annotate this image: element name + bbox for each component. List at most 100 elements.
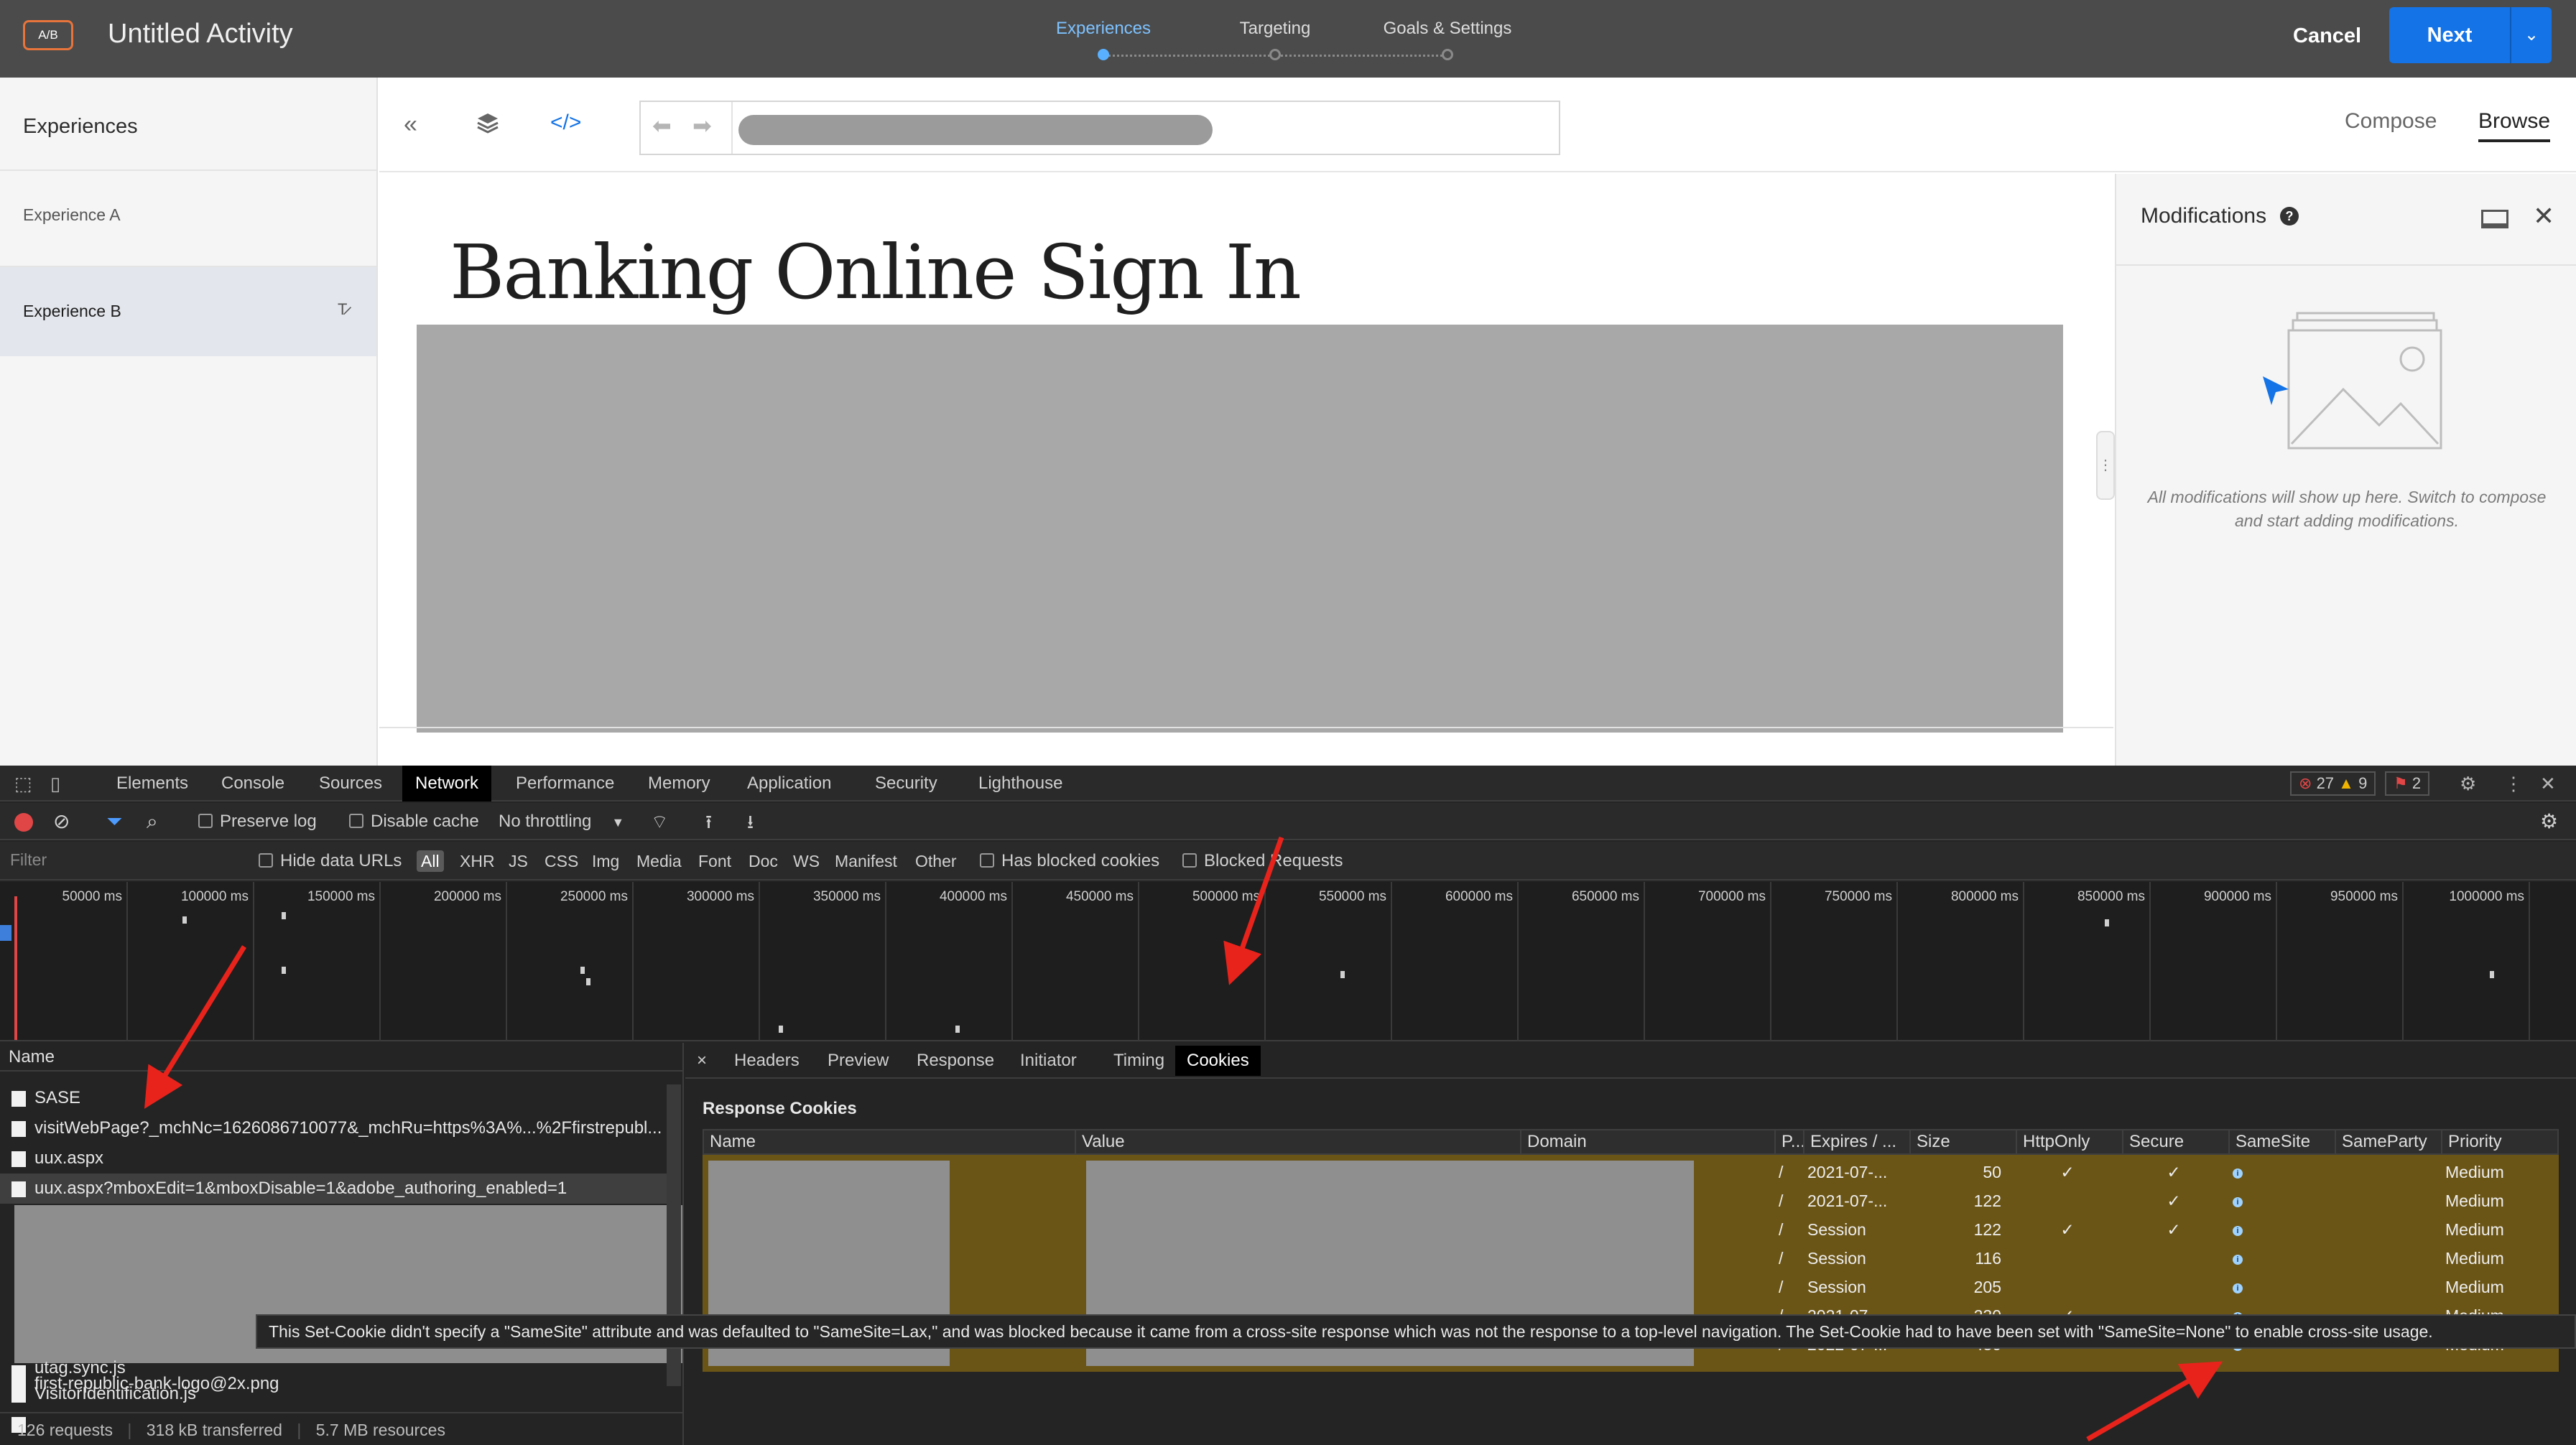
request-row-logo-label[interactable]: first-republic-bank-logo@2x.png [0, 1369, 668, 1399]
url-bar[interactable]: ⬅ ➡ [639, 101, 1560, 155]
tab-console[interactable]: Console [208, 766, 297, 802]
tab-network[interactable]: Network [402, 766, 492, 802]
info-icon[interactable]: i [2233, 1254, 2243, 1265]
clear-icon[interactable]: ⊘ [53, 803, 70, 840]
filter-type-css[interactable]: CSS [540, 850, 583, 872]
tab-headers[interactable]: Headers [723, 1046, 811, 1076]
network-settings-gear-icon[interactable]: ⚙ [2540, 803, 2558, 840]
col-secure[interactable]: Secure [2122, 1130, 2228, 1153]
close-devtools-icon[interactable]: ✕ [2540, 773, 2556, 795]
console-error-warning-badge[interactable]: ⊗ 27 ▲ 9 [2290, 771, 2376, 796]
download-har-icon[interactable]: ⭳ [747, 803, 754, 840]
settings-gear-icon[interactable]: ⚙ [2460, 773, 2476, 795]
device-toolbar-icon[interactable]: ▯ [50, 773, 60, 795]
request-row-uux-mbox[interactable]: uux.aspx?mboxEdit=1&mboxDisable=1&adobe_… [0, 1174, 668, 1204]
help-icon[interactable]: ? [2280, 207, 2299, 226]
close-detail-icon[interactable]: × [685, 1046, 718, 1076]
layers-icon[interactable] [476, 111, 500, 141]
panel-resize-handle[interactable]: ⋮ [2096, 431, 2115, 500]
cancel-button[interactable]: Cancel [2271, 16, 2383, 56]
step-targeting[interactable]: Targeting [1240, 19, 1311, 39]
samesite-info-cell[interactable]: i [2233, 1215, 2261, 1244]
tab-security[interactable]: Security [862, 766, 950, 802]
tab-response[interactable]: Response [905, 1046, 1006, 1076]
request-row-sase[interactable]: SASE [0, 1083, 668, 1113]
tab-memory[interactable]: Memory [635, 766, 723, 802]
filter-icon[interactable]: ⏷ [106, 803, 122, 840]
tab-application[interactable]: Application [734, 766, 844, 802]
tab-timing[interactable]: Timing [1102, 1046, 1176, 1076]
search-icon[interactable]: ⌕ [147, 803, 158, 840]
upload-har-icon[interactable]: ⭱ [705, 803, 712, 840]
info-icon[interactable]: i [2233, 1197, 2243, 1207]
filter-type-other[interactable]: Other [911, 850, 961, 872]
dock-panel-icon[interactable] [2481, 210, 2508, 228]
step-goals-settings[interactable]: Goals & Settings [1384, 19, 1512, 39]
tab-performance[interactable]: Performance [503, 766, 627, 802]
samesite-info-cell[interactable]: i [2233, 1158, 2261, 1186]
arrow-left-icon[interactable]: ⬅ [652, 112, 672, 139]
next-menu-button[interactable]: ⌄ [2510, 7, 2552, 63]
filter-type-media[interactable]: Media [632, 850, 686, 872]
col-priority[interactable]: Priority [2441, 1130, 2560, 1153]
samesite-info-cell[interactable]: i [2233, 1244, 2261, 1273]
col-samesite[interactable]: SameSite [2228, 1130, 2335, 1153]
tab-preview[interactable]: Preview [816, 1046, 900, 1076]
filter-input[interactable]: Filter [10, 850, 226, 870]
next-button[interactable]: Next [2389, 7, 2510, 63]
col-sameparty[interactable]: SameParty [2335, 1130, 2441, 1153]
throttling-select[interactable]: No throttling ▼ [499, 803, 624, 840]
double-chevron-left-icon[interactable]: « [404, 111, 417, 139]
col-httponly[interactable]: HttpOnly [2016, 1130, 2122, 1153]
tab-sources[interactable]: Sources [306, 766, 395, 802]
record-icon[interactable] [14, 813, 33, 832]
tab-cookies[interactable]: Cookies [1175, 1046, 1261, 1076]
filter-type-xhr[interactable]: XHR [455, 850, 499, 872]
filter-type-js[interactable]: JS [504, 850, 532, 872]
col-size[interactable]: Size [1909, 1130, 2016, 1153]
col-value[interactable]: Value [1075, 1130, 1520, 1153]
filter-type-ws[interactable]: WS [789, 850, 824, 872]
info-icon[interactable]: i [2233, 1168, 2243, 1179]
network-timeline-overview[interactable]: 50000 ms 100000 ms 150000 ms 200000 ms 25000… [0, 882, 2576, 1041]
step-experiences[interactable]: Experiences [1056, 19, 1151, 39]
hide-data-urls-checkbox[interactable]: Hide data URLs [259, 842, 402, 879]
filter-type-all[interactable]: All [417, 850, 444, 872]
col-domain[interactable]: Domain [1520, 1130, 1774, 1153]
issues-badge[interactable]: ⚑ 2 [2385, 771, 2430, 796]
more-options-icon[interactable]: ⋮ [2504, 773, 2523, 795]
has-blocked-cookies-checkbox[interactable]: Has blocked cookies [980, 842, 1159, 879]
preserve-log-checkbox[interactable]: Preserve log [198, 803, 317, 840]
name-column-header[interactable]: Name [0, 1043, 682, 1072]
arrow-right-icon[interactable]: ➡ [692, 112, 712, 139]
tab-initiator[interactable]: Initiator [1009, 1046, 1088, 1076]
tab-compose[interactable]: Compose [2345, 109, 2437, 134]
tab-elements[interactable]: Elements [103, 766, 201, 802]
close-icon[interactable]: ✕ [2533, 201, 2554, 231]
inspect-element-icon[interactable]: ⬚ [14, 773, 32, 795]
samesite-info-cell[interactable]: i [2233, 1273, 2261, 1301]
activity-title[interactable]: Untitled Activity [108, 19, 293, 50]
experience-b[interactable]: Experience B T̷ [0, 266, 376, 356]
filter-type-font[interactable]: Font [694, 850, 736, 872]
filter-type-doc[interactable]: Doc [744, 850, 782, 872]
samesite-info-cell[interactable]: i [2233, 1186, 2261, 1215]
request-row-uux[interactable]: uux.aspx [0, 1143, 668, 1174]
blocked-requests-checkbox[interactable]: Blocked Requests [1182, 842, 1343, 879]
code-icon[interactable]: </> [550, 111, 581, 135]
cookie-cell-expires: Session [1807, 1278, 1866, 1296]
experience-a[interactable]: Experience A [0, 169, 376, 260]
disable-cache-checkbox[interactable]: Disable cache [349, 803, 479, 840]
col-expires[interactable]: Expires / ... [1803, 1130, 1909, 1153]
info-icon[interactable]: i [2233, 1283, 2243, 1293]
filter-type-manifest[interactable]: Manifest [830, 850, 902, 872]
info-icon[interactable]: i [2233, 1225, 2243, 1236]
filter-type-img[interactable]: Img [588, 850, 624, 872]
col-name[interactable]: Name [704, 1130, 1075, 1153]
col-path[interactable]: P... [1774, 1130, 1803, 1153]
rename-text-icon[interactable]: T̷ [338, 300, 347, 319]
tab-browse[interactable]: Browse [2478, 109, 2551, 142]
tab-lighthouse[interactable]: Lighthouse [965, 766, 1075, 802]
network-conditions-icon[interactable]: ⌔ [651, 803, 668, 840]
request-row-visitwebpage[interactable]: visitWebPage?_mchNc=1626086710077&_mchRu… [0, 1113, 668, 1143]
